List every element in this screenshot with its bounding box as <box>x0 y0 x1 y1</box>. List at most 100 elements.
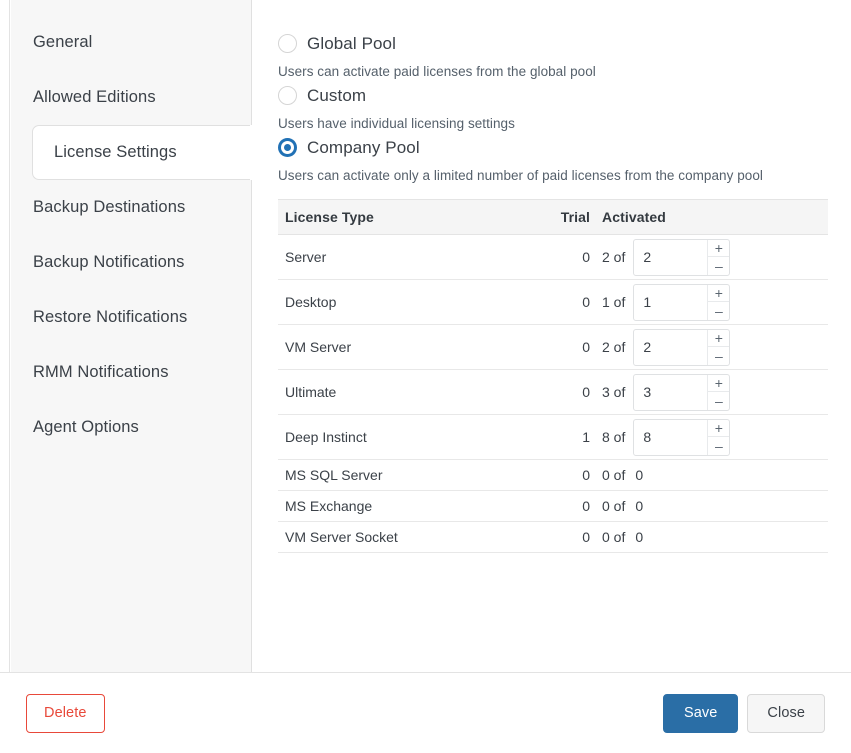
settings-sidebar: General Allowed Editions License Settings B… <box>11 0 252 672</box>
save-button[interactable]: Save <box>662 693 739 733</box>
activated-of-label: 0 of <box>602 529 626 545</box>
activated-of-label: 0 of <box>602 467 626 483</box>
license-limit-input[interactable] <box>634 239 708 275</box>
column-header-trial: Trial <box>528 199 590 235</box>
cell-activated: 1 of +– <box>590 279 828 325</box>
stepper-buttons: + – <box>707 239 730 275</box>
table-header-row: License Type Trial Activated <box>278 199 828 235</box>
table-row: Ultimate0 3 of +– <box>278 369 828 415</box>
activated-of-label: 2 of <box>602 249 626 265</box>
activated-cell-content: 0 of 0 <box>602 498 828 514</box>
option-description: Users can activate paid licenses from th… <box>278 64 596 79</box>
license-limit-input[interactable] <box>634 374 708 410</box>
license-limit-input[interactable] <box>634 284 708 320</box>
sidebar-item-label: Agent Options <box>33 418 139 436</box>
license-limit-stepper[interactable]: +– <box>633 418 731 456</box>
license-limit-input[interactable] <box>634 419 708 455</box>
stepper-decrement-button[interactable]: – <box>708 437 729 455</box>
table-row: Deep Instinct1 8 of +– <box>278 414 828 460</box>
license-pool-table: License Type Trial Activated Server 0 2 of… <box>278 199 828 553</box>
cell-activated: 0 of 0 <box>590 459 828 491</box>
table-row: VM Server0 2 of +– <box>278 324 828 370</box>
sidebar-item-allowed-editions[interactable]: Allowed Editions <box>11 70 251 125</box>
stepper-decrement-button[interactable]: – <box>708 302 729 320</box>
radio-unchecked-icon[interactable] <box>278 86 297 105</box>
license-limit-stepper[interactable]: +– <box>633 283 731 321</box>
sidebar-item-restore-notifications[interactable]: Restore Notifications <box>11 290 251 345</box>
license-settings-content: Global Pool Users can activate paid licen… <box>252 0 851 672</box>
stepper-buttons: + – <box>707 419 730 455</box>
activated-cell-content: 0 of 0 <box>602 467 828 483</box>
cell-trial-count: 0 <box>528 369 590 415</box>
sidebar-item-rmm-notifications[interactable]: RMM Notifications <box>11 345 251 400</box>
license-limit-stepper[interactable]: +– <box>633 238 731 276</box>
sidebar-item-label: Backup Destinations <box>33 198 186 216</box>
license-limit-input[interactable] <box>634 329 708 365</box>
cell-trial-count: 0 <box>528 459 590 491</box>
table-row: VM Server Socket 0 0 of 0 <box>278 521 828 553</box>
activated-cell-content: 2 of +– <box>602 238 828 276</box>
cell-trial-count: 0 <box>528 324 590 370</box>
license-limit-stepper[interactable]: +– <box>633 373 731 411</box>
cell-license-type: MS Exchange <box>278 490 528 522</box>
option-global-pool: Global Pool Users can activate paid licen… <box>278 30 827 79</box>
cell-activated: 0 of 0 <box>590 521 828 553</box>
license-limit-stepper[interactable]: +– <box>633 328 731 366</box>
cell-license-type: Desktop <box>278 279 528 325</box>
radio-option-company-pool[interactable]: Company Pool <box>278 134 827 161</box>
stepper-increment-button[interactable]: + <box>708 285 730 302</box>
cell-license-type: Server <box>278 234 528 280</box>
dialog-footer: Delete Save Close <box>0 672 851 753</box>
cell-trial-count: 0 <box>528 521 590 553</box>
license-mode-radio-group: Global Pool Users can activate paid licen… <box>278 30 827 183</box>
stepper-decrement-button[interactable]: – <box>708 257 729 275</box>
stepper-increment-button[interactable]: + <box>708 375 730 392</box>
sidebar-item-backup-notifications[interactable]: Backup Notifications <box>11 235 251 290</box>
sidebar-item-backup-destinations[interactable]: Backup Destinations <box>11 180 251 235</box>
cell-activated: 0 of 0 <box>590 490 828 522</box>
sidebar-item-label: General <box>33 33 93 51</box>
column-header-license-type: License Type <box>278 199 528 235</box>
cell-trial-count: 0 <box>528 234 590 280</box>
sidebar-item-license-settings[interactable]: License Settings <box>32 125 252 180</box>
stepper-buttons: + – <box>707 329 730 365</box>
cell-activated: 2 of +– <box>590 234 828 280</box>
cell-trial-count: 0 <box>528 279 590 325</box>
radio-unchecked-icon[interactable] <box>278 34 297 53</box>
stepper-buttons: + – <box>707 284 730 320</box>
activated-cell-content: 3 of +– <box>602 373 828 411</box>
license-table-header: License Type Trial Activated <box>278 199 828 235</box>
close-button[interactable]: Close <box>747 693 825 733</box>
sidebar-item-agent-options[interactable]: Agent Options <box>11 400 251 455</box>
license-limit-value: 0 <box>635 498 644 514</box>
cell-license-type: Deep Instinct <box>278 414 528 460</box>
stepper-increment-button[interactable]: + <box>708 330 730 347</box>
cell-license-type: Ultimate <box>278 369 528 415</box>
stepper-increment-button[interactable]: + <box>708 240 730 257</box>
license-limit-value: 0 <box>635 467 644 483</box>
column-header-activated: Activated <box>590 199 828 235</box>
cell-activated: 2 of +– <box>590 324 828 370</box>
table-row: MS Exchange 0 0 of 0 <box>278 490 828 522</box>
activated-cell-content: 1 of +– <box>602 283 828 321</box>
sidebar-item-general[interactable]: General <box>11 15 251 70</box>
sidebar-item-label: License Settings <box>54 143 177 161</box>
license-table-body: Server02 of+–Desktop01 of+–VM Server02 o… <box>278 234 828 553</box>
radio-checked-icon[interactable] <box>278 138 297 157</box>
table-row: Server0 2 of +– <box>278 234 828 280</box>
activated-cell-content: 0 of 0 <box>602 529 828 545</box>
radio-option-custom[interactable]: Custom <box>278 82 827 109</box>
radio-option-global-pool[interactable]: Global Pool <box>278 30 827 57</box>
sidebar-item-label: Allowed Editions <box>33 88 156 106</box>
dialog-body: General Allowed Editions License Settings B… <box>11 0 851 672</box>
stepper-decrement-button[interactable]: – <box>708 392 729 410</box>
table-row: Desktop0 1 of +– <box>278 279 828 325</box>
delete-button[interactable]: Delete <box>26 693 105 733</box>
option-description: Users have individual licensing settings <box>278 116 515 131</box>
cell-license-type: VM Server Socket <box>278 521 528 553</box>
stepper-increment-button[interactable]: + <box>708 420 730 437</box>
option-label: Company Pool <box>307 137 420 157</box>
left-gutter-strip <box>0 0 10 672</box>
activated-of-label: 0 of <box>602 498 626 514</box>
stepper-decrement-button[interactable]: – <box>708 347 729 365</box>
